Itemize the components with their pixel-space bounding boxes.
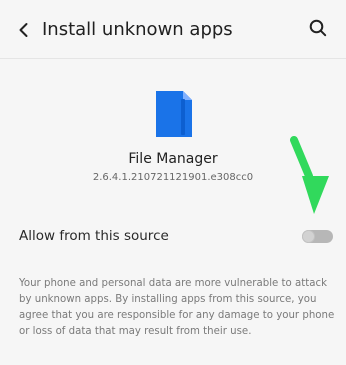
toggle-knob <box>303 231 314 242</box>
back-arrow-icon <box>19 23 28 37</box>
top-bar: Install unknown apps <box>0 0 346 60</box>
search-icon <box>309 19 327 37</box>
search-button[interactable] <box>306 16 330 40</box>
warning-text: Your phone and personal data are more vu… <box>19 278 335 337</box>
header-divider <box>0 58 346 59</box>
allow-from-source-toggle[interactable] <box>302 230 333 243</box>
allow-from-source-setting[interactable]: Allow from this source <box>0 220 346 254</box>
page-title: Install unknown apps <box>42 19 233 40</box>
back-button[interactable] <box>12 18 36 42</box>
file-manager-folder-icon <box>154 90 194 138</box>
allow-from-source-label: Allow from this source <box>19 228 169 244</box>
arrow-pointer-icon <box>284 136 336 224</box>
